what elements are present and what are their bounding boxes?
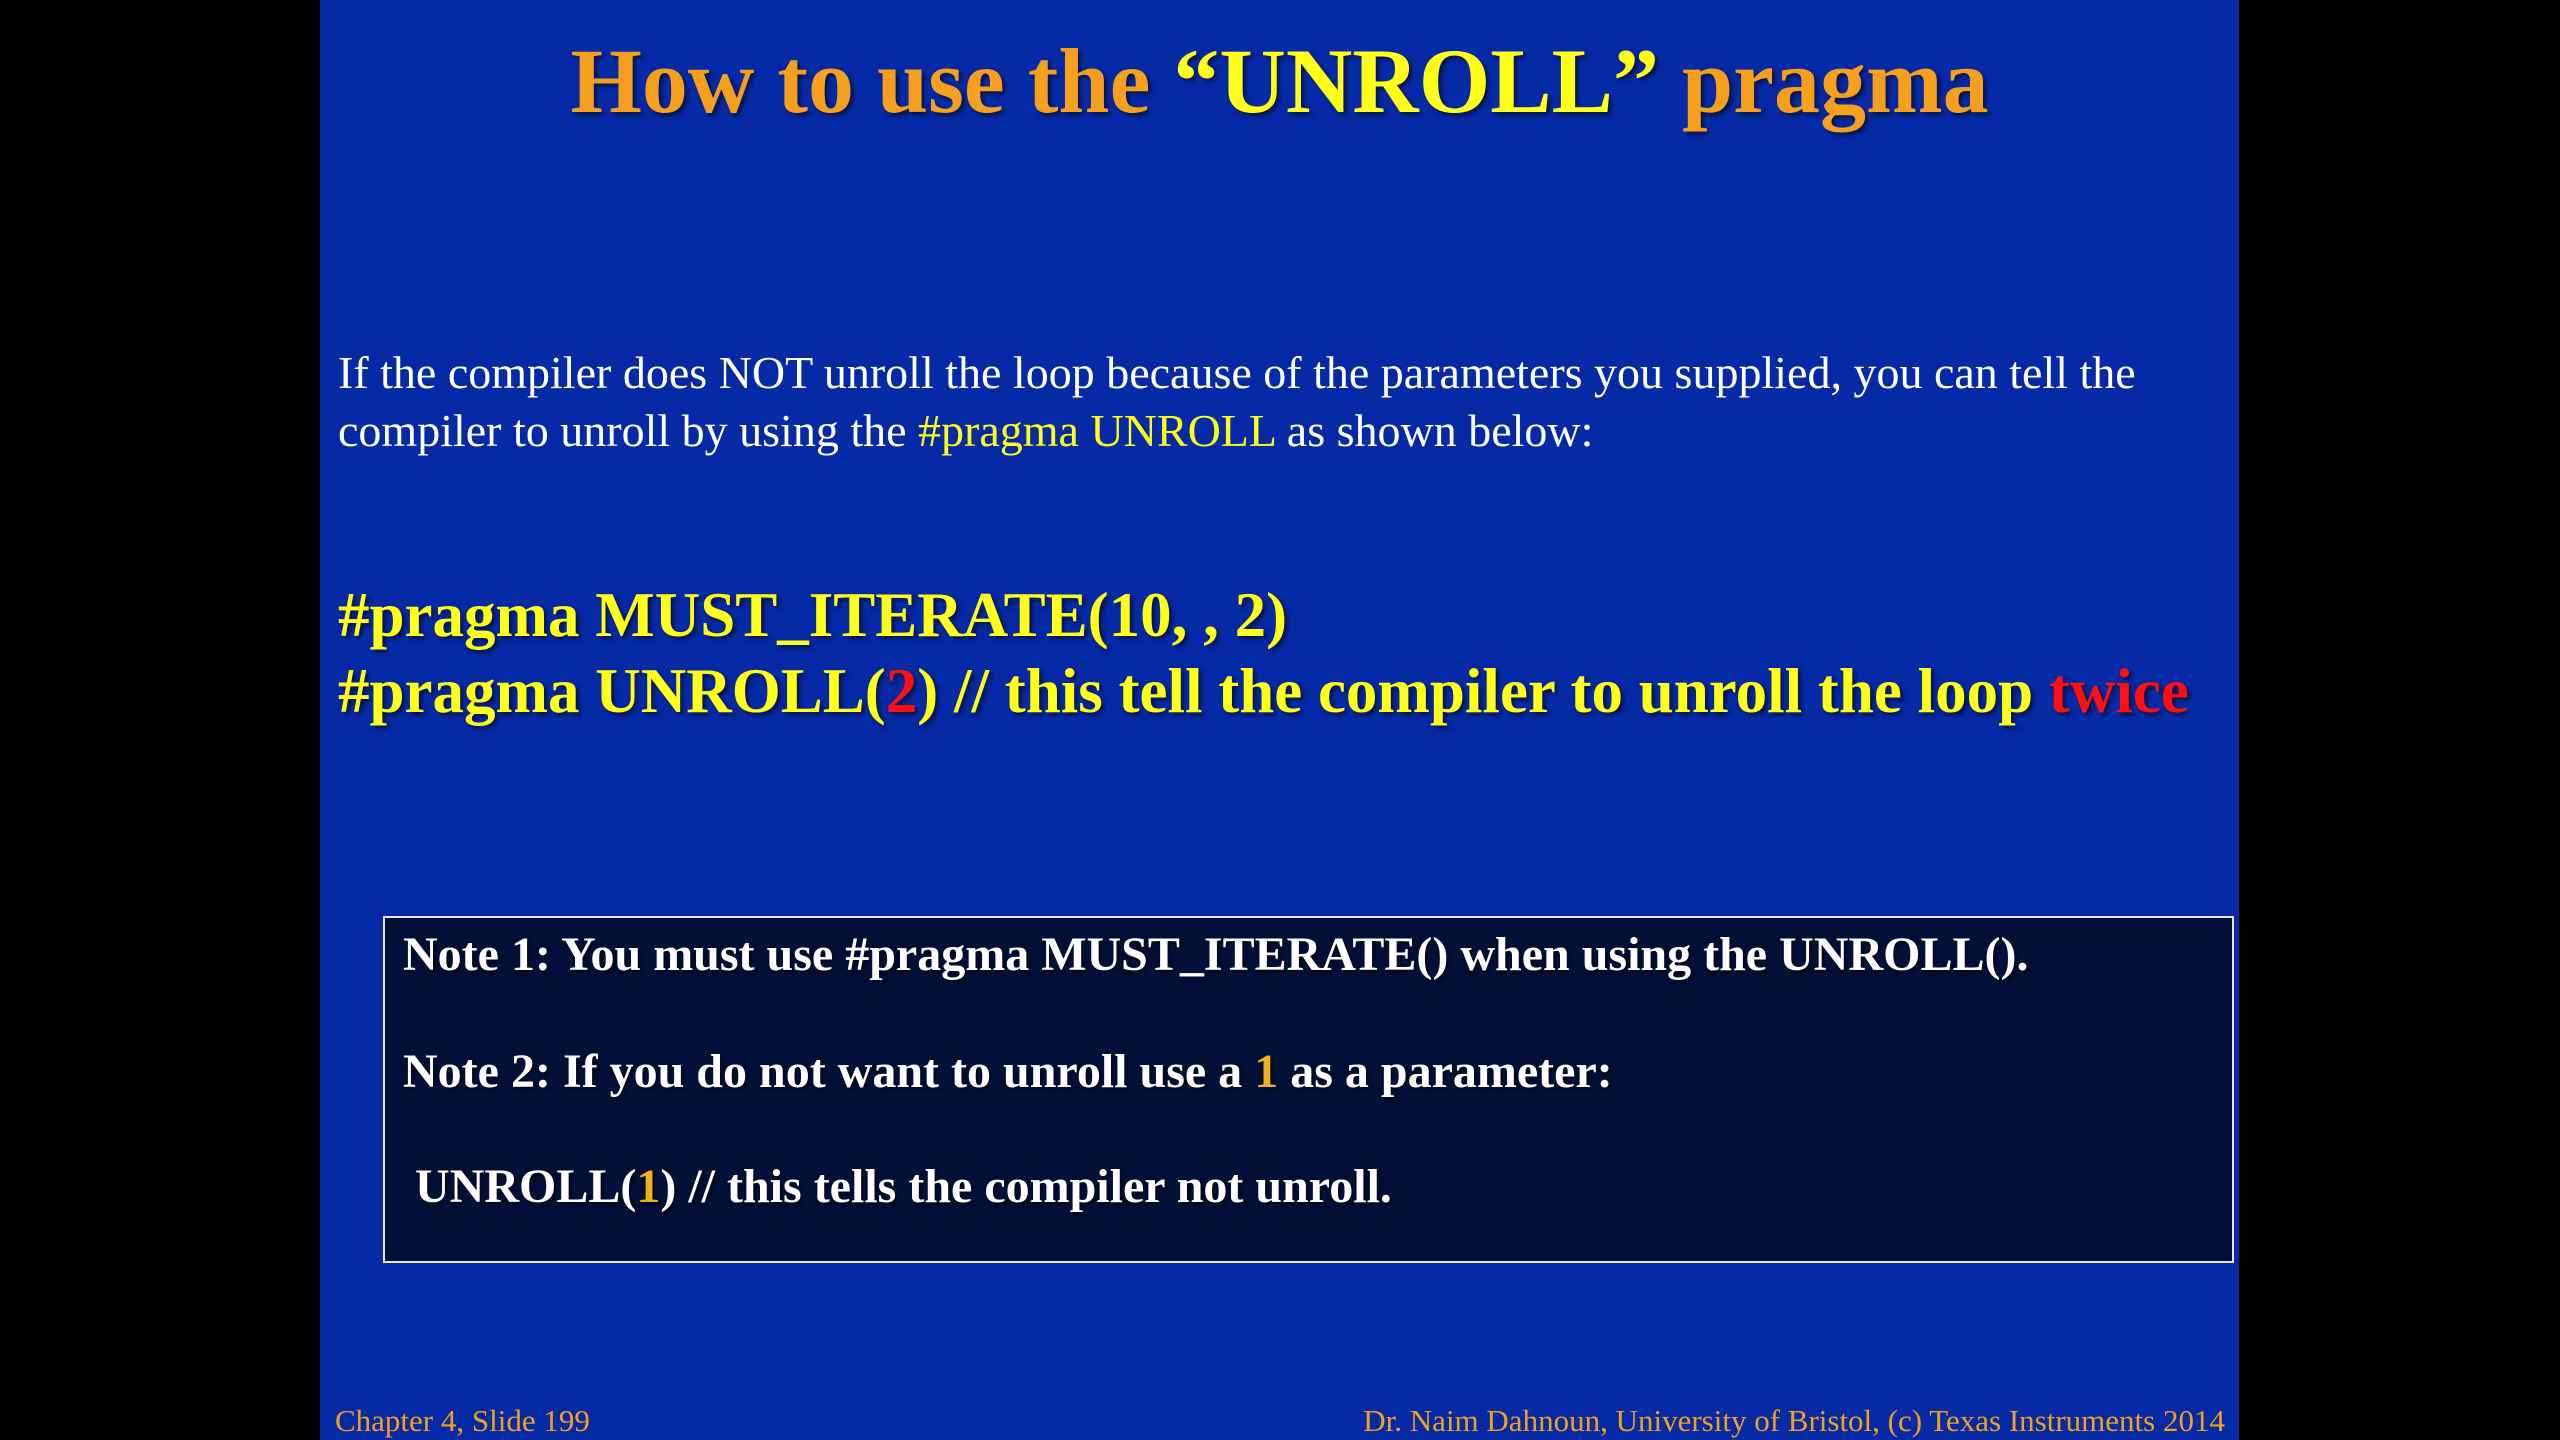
intro-line-1: If the compiler does NOT unroll the loop… <box>338 347 2136 398</box>
note-1: Note 1: You must use #pragma MUST_ITERAT… <box>403 928 2029 981</box>
intro-paragraph: If the compiler does NOT unroll the loop… <box>338 344 2228 460</box>
intro-line-2: compiler to unroll by using the #pragma … <box>338 402 2228 460</box>
code-block: #pragma MUST_ITERATE(10, , 2) #pragma UN… <box>338 577 2228 729</box>
slide: How to use the “UNROLL” pragma If the co… <box>320 0 2239 1440</box>
slide-title: How to use the “UNROLL” pragma <box>320 26 2239 136</box>
intro-pragma-highlight: #pragma UNROLL <box>918 405 1276 456</box>
note-3: UNROLL(1) // this tells the compiler not… <box>415 1158 1392 1216</box>
code-line-2-prefix: #pragma UNROLL( <box>338 656 886 726</box>
footer-copyright: Dr. Naim Dahnoun, University of Bristol,… <box>1363 1403 2225 1438</box>
note-3-suffix: ) // this tells the compiler not unroll. <box>660 1160 1392 1213</box>
note-2-param: 1 <box>1254 1045 1279 1098</box>
note-3-param: 1 <box>636 1160 661 1213</box>
code-line-must-iterate: #pragma MUST_ITERATE(10, , 2) <box>338 580 1288 650</box>
title-part-1: How to use the <box>570 30 1174 132</box>
notes-box: Note 1: You must use #pragma MUST_ITERAT… <box>383 916 2234 1263</box>
title-keyword: “UNROLL” <box>1173 30 1660 132</box>
code-unroll-param: 2 <box>885 656 918 726</box>
code-line-unroll: #pragma UNROLL(2) // this tell the compi… <box>338 653 2228 729</box>
footer-slide-number: Chapter 4, Slide 199 <box>335 1403 590 1438</box>
note-3-prefix: UNROLL( <box>415 1160 637 1213</box>
note-2-suffix: as a parameter: <box>1278 1045 1613 1098</box>
code-emphasis-twice: twice <box>2048 656 2189 726</box>
intro-line-2-prefix: compiler to unroll by using the <box>338 405 919 456</box>
note-2-prefix: Note 2: If you do not want to unroll use… <box>403 1045 1255 1098</box>
title-part-3: pragma <box>1659 30 1989 132</box>
note-2: Note 2: If you do not want to unroll use… <box>403 1043 1613 1101</box>
intro-line-2-suffix: as shown below: <box>1286 405 1594 456</box>
code-line-2-mid: ) // this tell the compiler to unroll th… <box>917 656 2049 726</box>
